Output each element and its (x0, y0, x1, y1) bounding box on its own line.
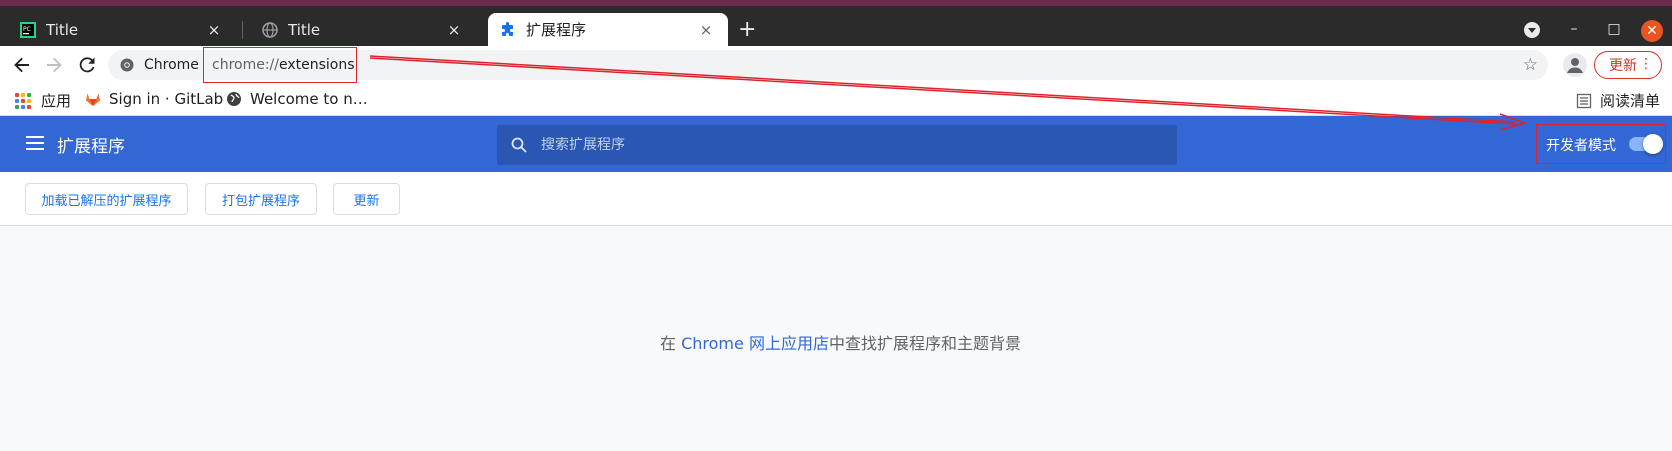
reading-list-button[interactable]: 阅读清单 (1576, 90, 1660, 111)
search-icon (511, 137, 527, 153)
apps-grid-dot (27, 104, 31, 109)
puzzle-piece-icon (502, 21, 513, 36)
reload-icon (79, 57, 95, 73)
tab-extensions[interactable]: 扩展程序 × (488, 13, 728, 46)
pycharm-icon: PC (20, 21, 36, 38)
bookmarks-bar: 应用 Sign in · GitLab Welcome to n… 阅读清单 (0, 84, 1672, 116)
apps-grid-dot (15, 92, 19, 97)
reading-list-icon (1576, 93, 1592, 108)
tab-bar: PC Title × Title × 扩展程序 × + – □ ✕ (0, 6, 1672, 46)
globe-icon (262, 21, 278, 38)
bookmark-apps[interactable]: 应用 (15, 90, 71, 111)
url-host: extensions (279, 57, 355, 73)
tab-title: Title (46, 20, 79, 39)
tab-close-icon[interactable]: × (444, 21, 464, 39)
bookmark-gitlab[interactable]: Sign in · GitLab (85, 90, 223, 108)
forward-button[interactable] (43, 54, 65, 76)
message-prefix: 在 (660, 334, 682, 353)
bookmark-label: Welcome to n… (250, 90, 368, 108)
apps-grid-dot (15, 104, 19, 109)
minimize-button[interactable]: – (1564, 21, 1584, 37)
page-title: 扩展程序 (57, 137, 125, 157)
back-button[interactable] (11, 54, 33, 76)
maximize-button[interactable]: □ (1604, 21, 1624, 37)
apps-grid-dot (27, 98, 31, 103)
omnibox[interactable]: Chrome chrome://extensions ☆ (108, 47, 1548, 83)
tab-close-icon[interactable]: × (204, 21, 224, 39)
message-suffix: 中查找扩展程序和主题背景 (828, 334, 1021, 353)
load-unpacked-button[interactable]: 加载已解压的扩展程序 (25, 183, 188, 215)
arrow-right-icon (47, 57, 62, 73)
tab-search-icon[interactable] (1524, 22, 1540, 38)
apps-grid-dot (21, 98, 25, 103)
extensions-header: 扩展程序 开发者模式 (0, 116, 1672, 172)
person-icon (1567, 58, 1583, 73)
address-url-highlight[interactable]: chrome://extensions (203, 47, 357, 83)
bookmark-star-icon[interactable]: ☆ (1523, 57, 1538, 74)
tab-close-icon[interactable]: × (696, 21, 716, 39)
tab-title-2[interactable]: Title × (242, 13, 476, 46)
site-chip-label: Chrome (144, 57, 199, 73)
search-input[interactable] (541, 137, 1121, 153)
profile-avatar[interactable] (1563, 53, 1587, 77)
developer-action-bar: 加载已解压的扩展程序 打包扩展程序 更新 (0, 172, 1672, 226)
gitlab-icon (86, 93, 100, 106)
svg-text:PC: PC (23, 26, 31, 33)
pack-extension-button[interactable]: 打包扩展程序 (205, 183, 317, 215)
window-close-button[interactable]: ✕ (1641, 20, 1663, 42)
apps-grid-dot (27, 92, 31, 97)
toggle-knob (1643, 134, 1663, 154)
arrow-left-icon (14, 57, 29, 73)
apps-grid-dot (21, 104, 25, 109)
url-scheme: chrome:// (212, 57, 279, 73)
chrome-update-button[interactable]: 更新 ⋮ (1594, 51, 1662, 79)
bookmark-label: 应用 (41, 92, 72, 110)
dev-mode-toggle[interactable] (1629, 134, 1663, 154)
tab-pycharm[interactable]: PC Title × (0, 13, 236, 46)
extensions-search[interactable] (497, 125, 1177, 165)
reading-list-label: 阅读清单 (1600, 92, 1661, 110)
browser-toolbar: Chrome chrome://extensions ☆ 更新 ⋮ (0, 46, 1672, 84)
update-label: 更新 (1609, 58, 1637, 74)
bookmark-label: Sign in · GitLab (109, 90, 224, 108)
chrome-icon (120, 58, 134, 72)
dev-mode-label: 开发者模式 (1546, 138, 1616, 154)
web-store-link[interactable]: Chrome 网上应用店 (681, 334, 829, 353)
apps-grid-dot (15, 98, 19, 103)
update-extensions-button[interactable]: 更新 (333, 183, 400, 215)
globe-icon (227, 92, 241, 106)
main-menu-icon[interactable] (26, 136, 44, 150)
new-tab-button[interactable]: + (738, 19, 756, 41)
more-menu-icon[interactable]: ⋮ (1639, 56, 1653, 72)
bookmark-welcome[interactable]: Welcome to n… (226, 90, 368, 108)
tab-title: Title (288, 20, 321, 39)
apps-grid-icon (15, 92, 31, 109)
apps-grid-dot (21, 92, 25, 97)
tab-title: 扩展程序 (526, 21, 587, 39)
reload-button[interactable] (76, 54, 98, 76)
